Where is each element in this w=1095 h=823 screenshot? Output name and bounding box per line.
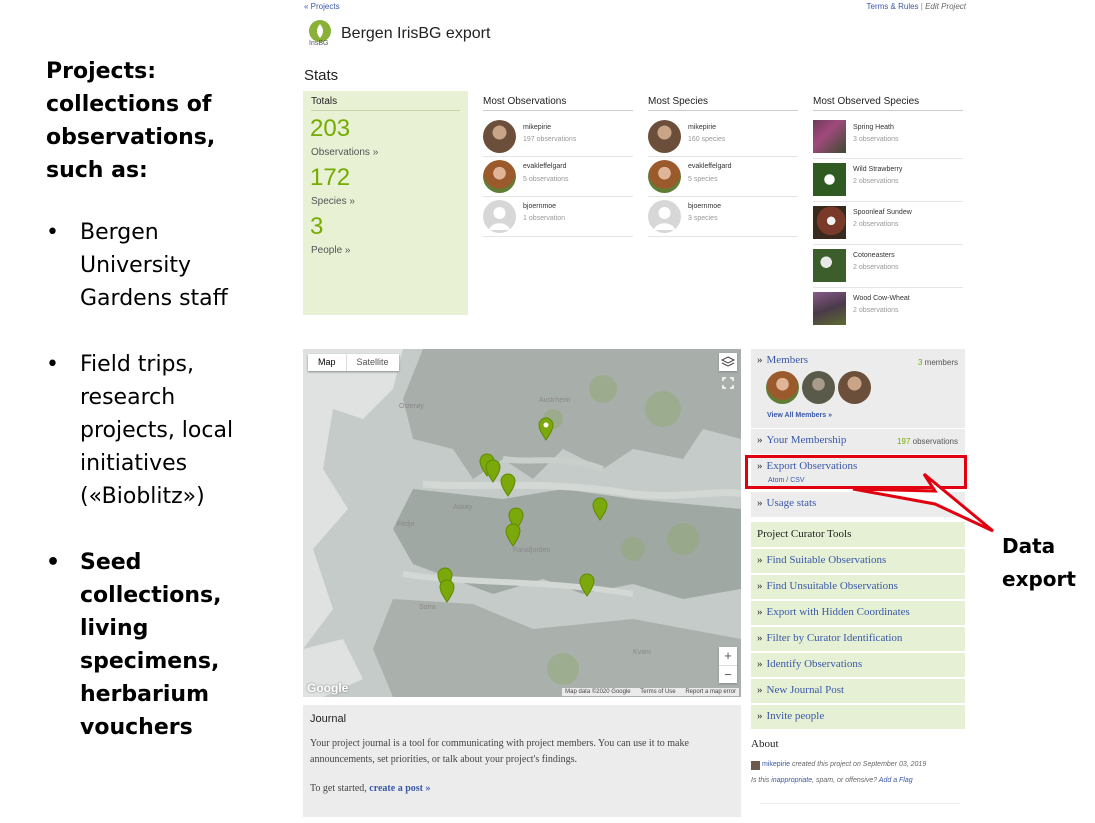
data-export-callout: Data export	[1002, 530, 1092, 596]
callout-arrow	[852, 472, 994, 533]
callout-line: export	[1002, 567, 1076, 591]
callout-line: Data	[1002, 534, 1056, 558]
